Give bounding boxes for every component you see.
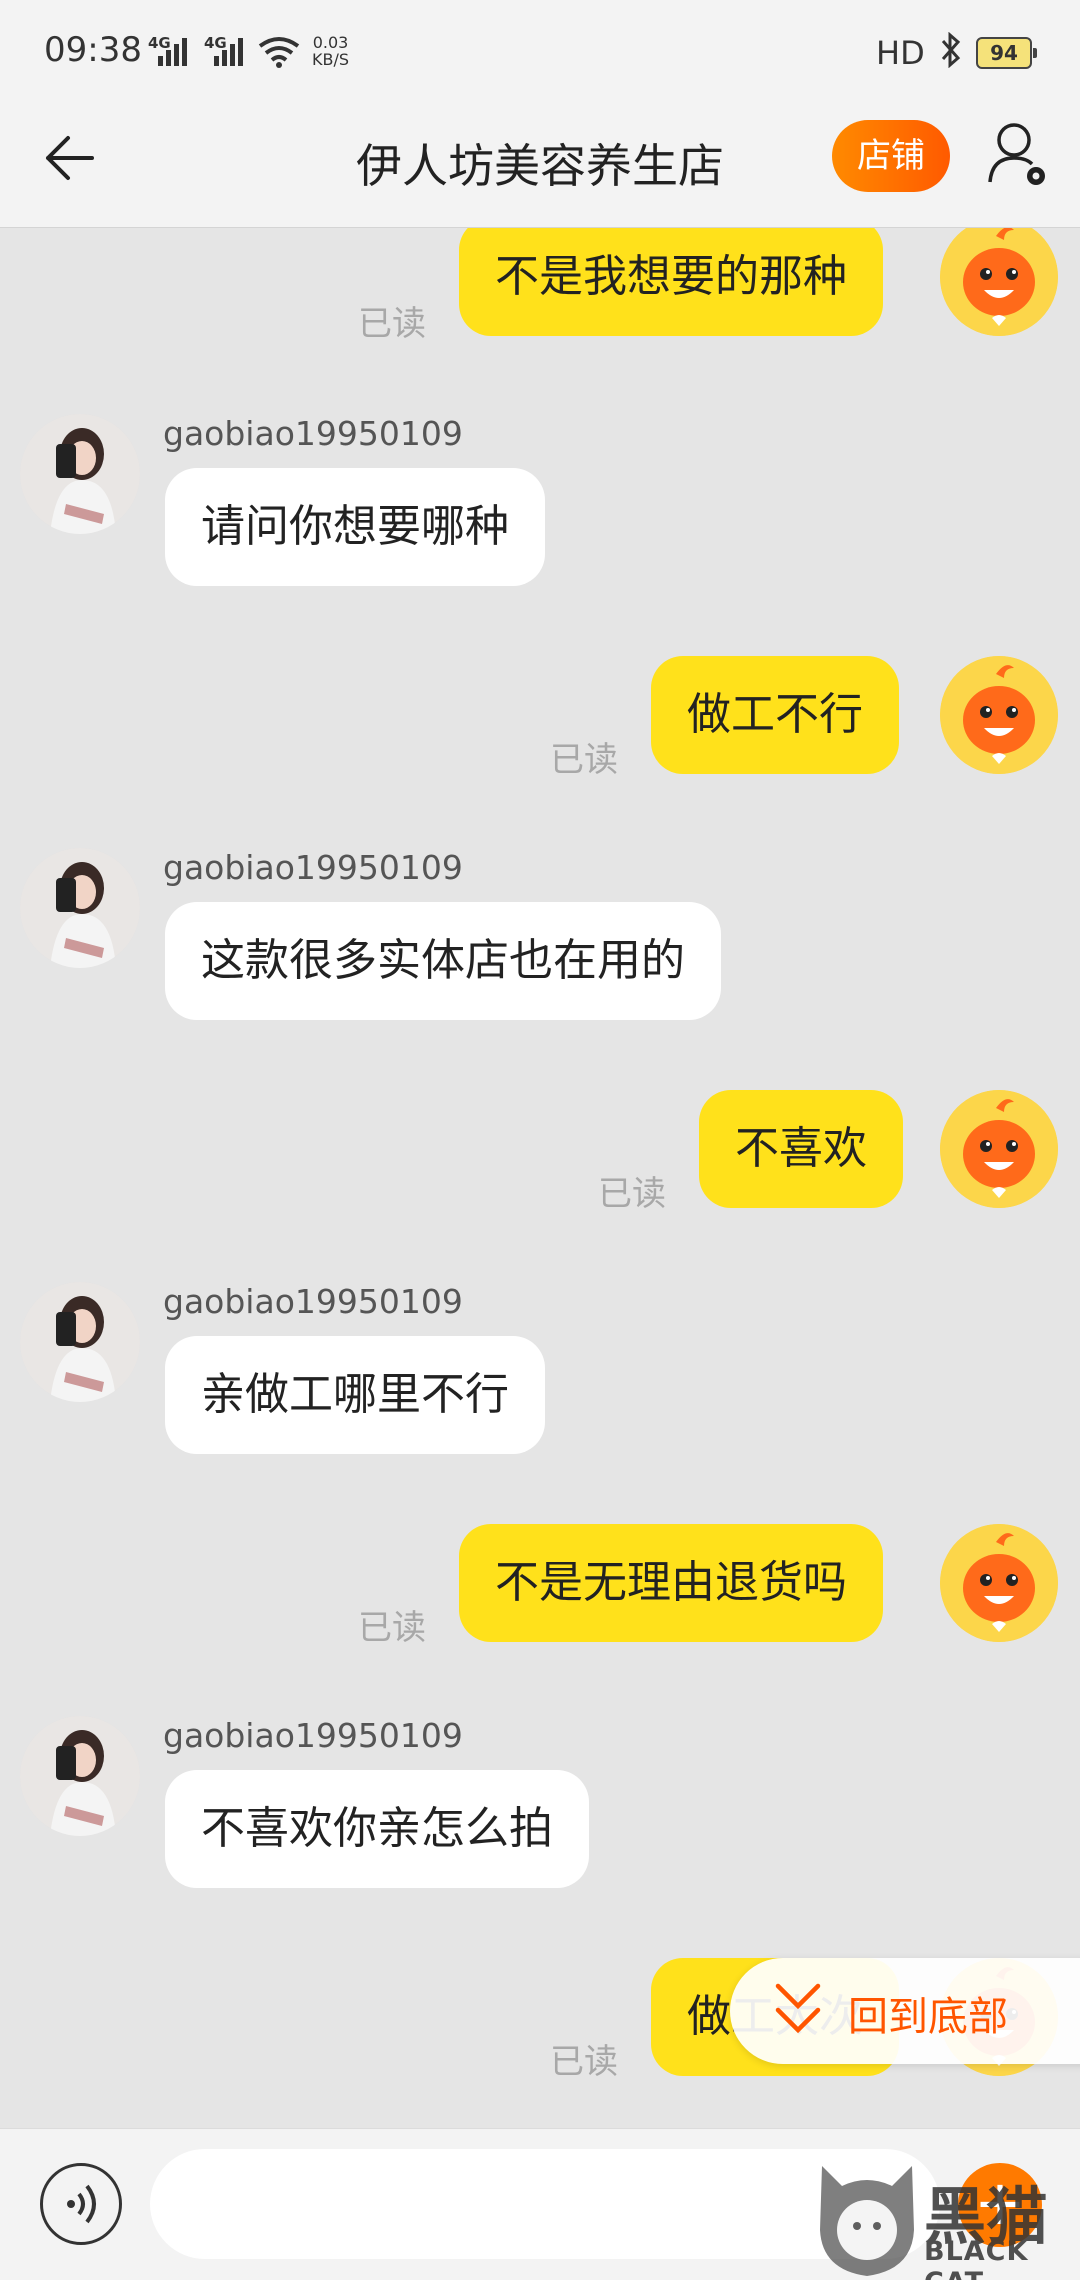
contact-username: gaobiao19950109 [163,1716,463,1755]
self-avatar[interactable] [940,228,1058,336]
self-avatar[interactable] [940,1524,1058,1642]
user-settings-icon[interactable] [986,120,1050,190]
incoming-message[interactable]: 请问你想要哪种 [165,468,545,586]
voice-icon [67,2184,96,2224]
outgoing-message[interactable]: 不喜欢 [699,1090,903,1208]
mascot-icon [940,228,1058,336]
contact-username: gaobiao19950109 [163,1282,463,1321]
contact-username: gaobiao19950109 [163,414,463,453]
mascot-icon [940,1090,1058,1208]
mascot-icon [940,1524,1058,1642]
speed-unit: KB/S [312,50,350,69]
back-to-bottom-button[interactable]: 回到底部 [730,1958,1080,2064]
signal-icon-1 [158,38,187,66]
contact-photo [20,1282,140,1402]
outgoing-message[interactable]: 不是无理由退货吗 [459,1524,883,1642]
read-status: 已读 [358,304,426,344]
read-status: 已读 [550,2042,618,2082]
contact-avatar[interactable] [20,1716,140,1836]
incoming-message[interactable]: 不喜欢你亲怎么拍 [165,1770,589,1888]
status-time: 09:38 [44,30,142,70]
read-status: 已读 [358,1608,426,1648]
message-list[interactable]: 已读 不是我想要的那种 gaobiao19950109 请问你想要哪种 已读 做… [0,228,1080,2128]
signal-icon-2 [214,38,243,66]
black-cat-logo [820,2166,914,2276]
status-bar: 09:38 4G 4G 0.03 KB/S HD 94 [0,0,1080,100]
battery-icon: 94 [976,37,1037,69]
chat-header: 伊人坊美容养生店 店铺 [0,100,1080,228]
self-avatar[interactable] [940,656,1058,774]
contact-avatar[interactable] [20,848,140,968]
mascot-icon [940,656,1058,774]
speed-value: 0.03 [312,33,349,52]
contact-photo [20,848,140,968]
network-speed: 0.03 KB/S [312,34,349,68]
contact-photo [20,1716,140,1836]
voice-button[interactable] [40,2163,122,2245]
contact-username: gaobiao19950109 [163,848,463,887]
double-chevron-down-icon [775,1983,821,2034]
back-to-bottom-label: 回到底部 [848,1994,1008,2040]
read-status: 已读 [550,740,618,780]
black-cat-watermark: 黑猫 BLACK CAT [812,2160,1080,2280]
hd-indicator: HD [876,34,925,72]
contact-photo [20,414,140,534]
outgoing-message[interactable]: 做工不行 [651,656,899,774]
outgoing-message[interactable]: 不是我想要的那种 [459,228,883,336]
self-avatar[interactable] [940,1090,1058,1208]
contact-avatar[interactable] [20,1282,140,1402]
watermark-text: BLACK CAT [924,2236,1029,2280]
incoming-message[interactable]: 亲做工哪里不行 [165,1336,545,1454]
contact-avatar[interactable] [20,414,140,534]
wifi-icon [258,37,300,68]
read-status: 已读 [598,1174,666,1214]
store-button[interactable]: 店铺 [832,120,950,192]
incoming-message[interactable]: 这款很多实体店也在用的 [165,902,721,1020]
bluetooth-icon [940,31,962,76]
